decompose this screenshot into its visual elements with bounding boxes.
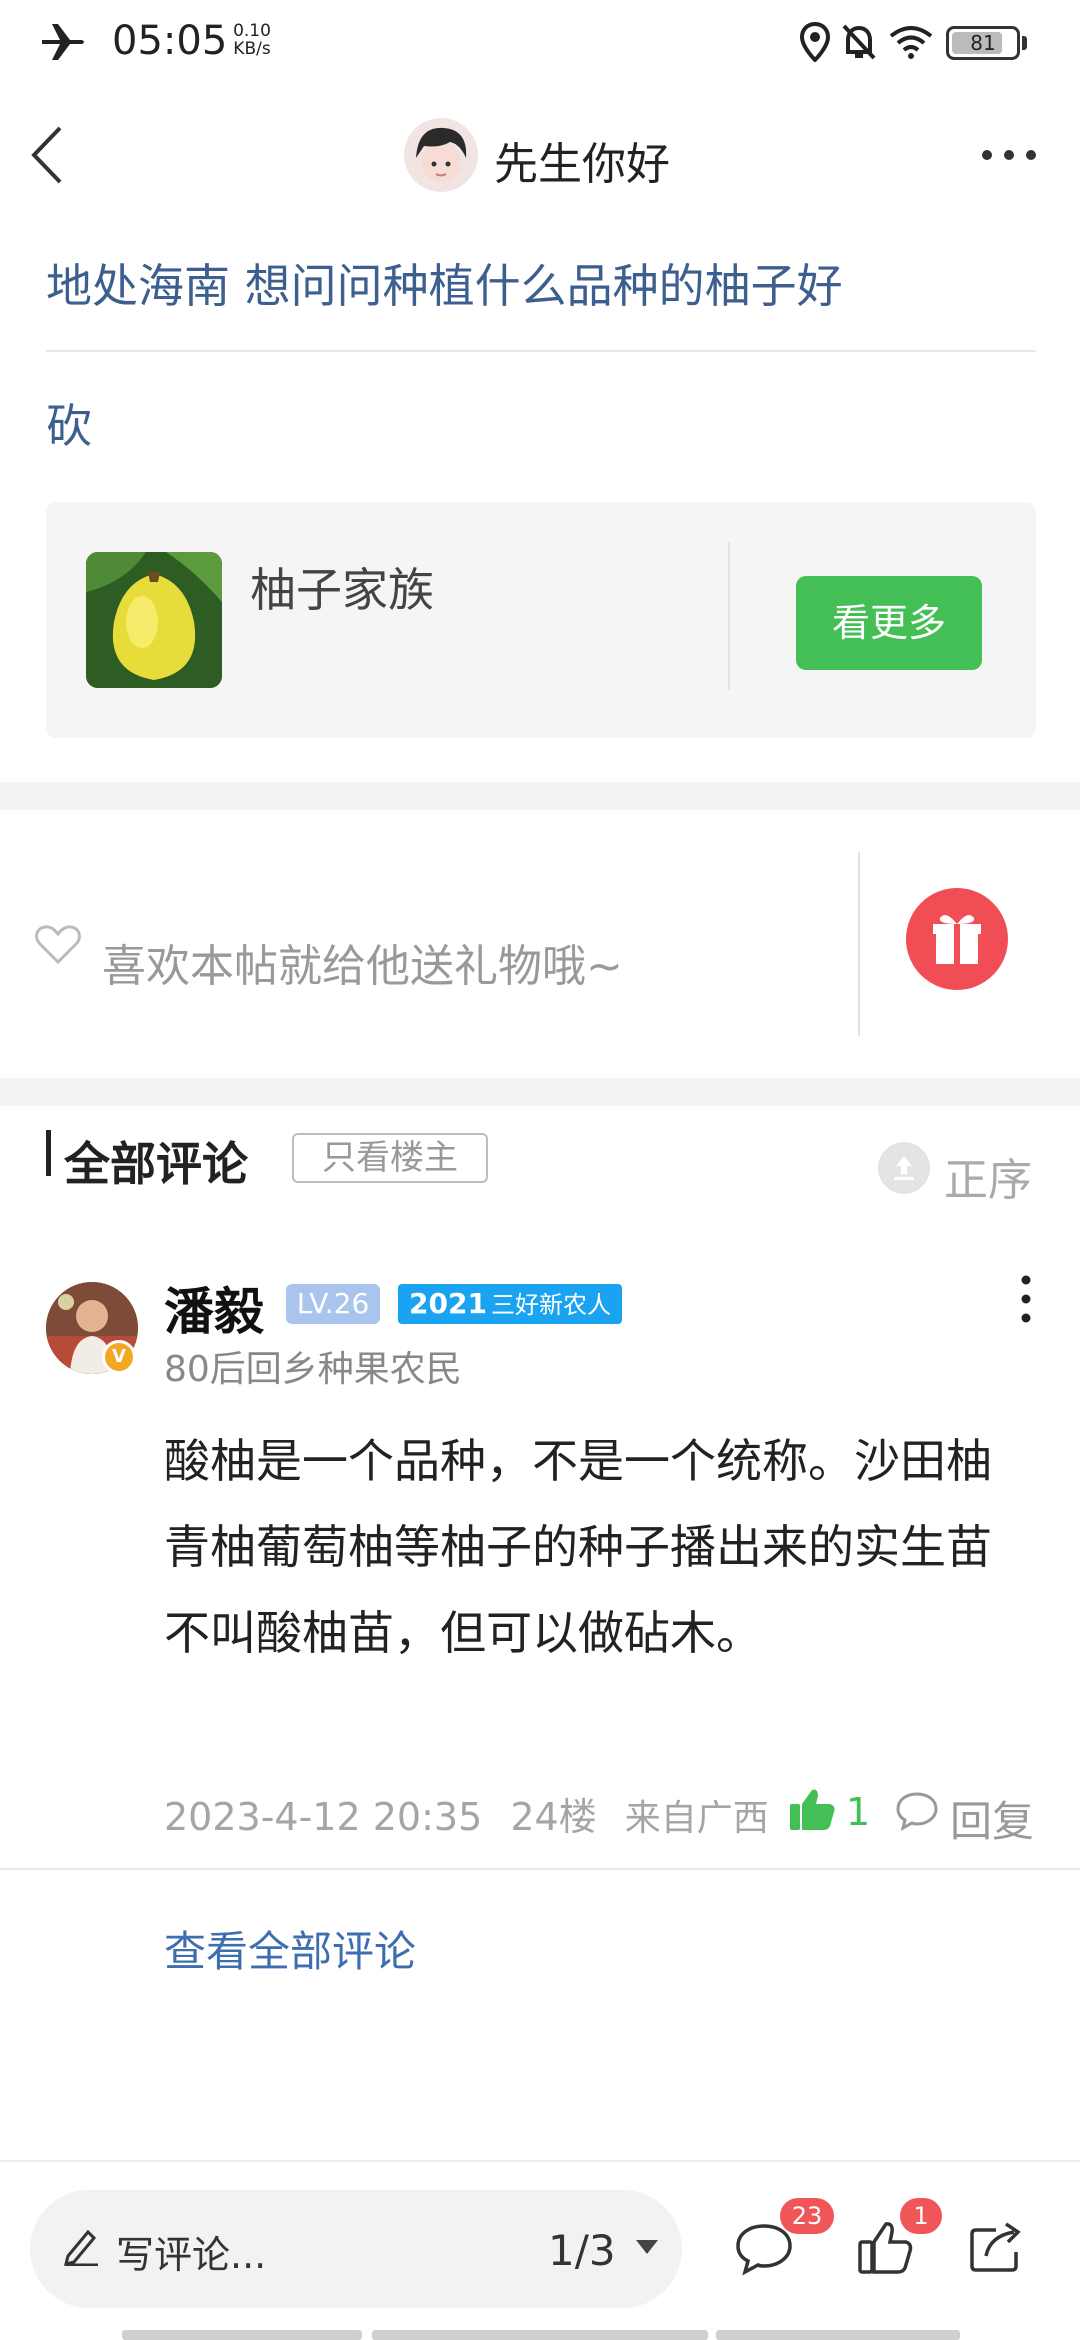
- comment-floor: 24楼: [510, 1795, 597, 1839]
- reply-bubble-icon[interactable]: [894, 1790, 940, 1832]
- honor-badge: 2021 三好新农人: [398, 1284, 622, 1324]
- comment-location: 来自广西: [624, 1798, 769, 1839]
- pomelo-image: [86, 552, 222, 688]
- like-count-badge: 1: [900, 2198, 942, 2234]
- gift-icon: [933, 915, 981, 964]
- header-username[interactable]: 先生你好: [494, 128, 670, 192]
- forum-name: 柚子家族: [250, 563, 434, 617]
- comment-text: 酸柚是一个品种，不是一个统称。沙田柚青柚葡萄柚等柚子的种子播出来的实生苗不叫酸柚…: [164, 1434, 992, 1660]
- location-icon: [800, 22, 830, 62]
- reply-button[interactable]: 回复: [950, 1788, 1034, 1849]
- commenter-description: 80后回乡种果农民: [164, 1349, 462, 1390]
- thumbs-up-filled-icon[interactable]: [788, 1786, 836, 1832]
- post-title: 地处海南 想问问种植什么品种的柚子好: [46, 259, 843, 313]
- sort-label[interactable]: 正序: [944, 1144, 1032, 1208]
- caret-down-icon[interactable]: [634, 2238, 660, 2256]
- comment-meta: 2023-4-12 20:35 24楼 来自广西: [164, 1786, 769, 1841]
- comment-count-badge: 23: [780, 2198, 834, 2234]
- battery-icon: 81: [946, 26, 1020, 60]
- page-indicator[interactable]: 1/3: [548, 2226, 616, 2275]
- network-speed: 0.10 KB/s: [233, 21, 271, 59]
- comment-divider: [0, 1868, 1080, 1870]
- status-bar: 05:05 0.10 KB/s 81: [0, 0, 1080, 85]
- header-avatar[interactable]: [404, 118, 478, 192]
- heart-outline-icon[interactable]: [34, 924, 82, 966]
- only-owner-button[interactable]: 只看楼主: [292, 1133, 488, 1183]
- gift-prompt: 喜欢本帖就给他送礼物哦~: [102, 941, 623, 992]
- gift-button[interactable]: [906, 888, 1008, 990]
- write-comment-placeholder[interactable]: 写评论...: [116, 2224, 266, 2279]
- sort-icon[interactable]: [878, 1142, 930, 1194]
- title-divider: [46, 350, 1036, 352]
- status-time: 05:05: [112, 18, 228, 64]
- share-icon[interactable]: [966, 2218, 1026, 2276]
- pencil-icon: [63, 2229, 98, 2266]
- post-body: 砍: [46, 399, 92, 453]
- section-gap: [0, 1078, 1080, 1106]
- airplane-icon: [42, 24, 84, 60]
- comment-like-count: 1: [846, 1790, 871, 1834]
- section-gap: [0, 782, 1080, 810]
- more-horizontal-icon[interactable]: [980, 148, 1038, 162]
- level-badge: LV.26: [286, 1284, 380, 1324]
- bell-off-icon: [842, 24, 876, 60]
- comment-more-icon[interactable]: [1020, 1274, 1032, 1324]
- comments-title: 全部评论: [64, 1137, 248, 1191]
- verified-badge: V: [102, 1340, 136, 1374]
- commenter-name[interactable]: 潘毅: [164, 1272, 264, 1344]
- back-chevron-icon[interactable]: [28, 124, 68, 186]
- comment-date: 2023-4-12 20:35: [164, 1795, 483, 1839]
- forum-card[interactable]: 柚子家族 看更多: [46, 502, 1036, 738]
- see-more-button[interactable]: 看更多: [796, 576, 982, 670]
- wifi-icon: [889, 26, 933, 59]
- view-all-comments-link[interactable]: 查看全部评论: [164, 1918, 416, 1979]
